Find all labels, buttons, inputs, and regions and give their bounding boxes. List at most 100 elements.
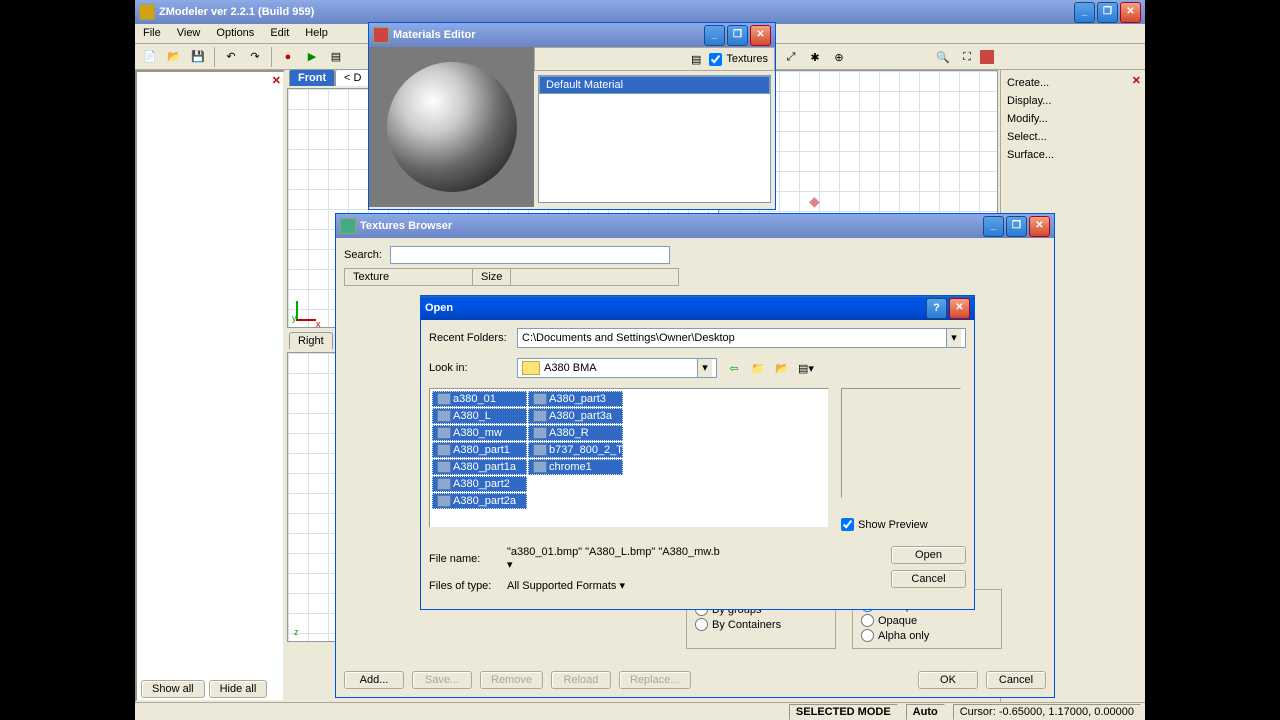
textures-checkbox-input[interactable]	[709, 53, 722, 66]
materials-titlebar[interactable]: Materials Editor _ ❐ ✕	[369, 23, 775, 47]
recent-folders-combo[interactable]: C:\Documents and Settings\Owner\Desktop …	[517, 328, 966, 348]
file-item[interactable]: a380_01	[432, 391, 527, 407]
file-item[interactable]: b737_800_2_T	[528, 442, 623, 458]
tex-close-button[interactable]: ✕	[1029, 216, 1050, 237]
scale-icon[interactable]: ⤢	[780, 46, 802, 68]
file-item[interactable]: A380_mw	[432, 425, 527, 441]
replace-button[interactable]: Replace...	[619, 671, 691, 689]
axis-x-label: x	[316, 319, 321, 329]
menu-file[interactable]: File	[135, 24, 169, 43]
filetype-combo[interactable]: All Supported Formats ▾	[507, 579, 727, 592]
materials-editor-window: Materials Editor _ ❐ ✕ ▤ Textures Defaul…	[368, 22, 776, 210]
redo-icon[interactable]: ↷	[244, 46, 266, 68]
menu-modify[interactable]: Modify...	[1005, 110, 1141, 128]
hide-all-button[interactable]: Hide all	[209, 680, 268, 698]
radio-opaque[interactable]	[861, 614, 874, 627]
tab-front[interactable]: Front	[289, 69, 335, 86]
show-preview-checkbox[interactable]: Show Preview	[841, 518, 928, 531]
ok-button[interactable]: OK	[918, 671, 978, 689]
tex-restore-button[interactable]: ❐	[1006, 216, 1027, 237]
file-item[interactable]: A380_R	[528, 425, 623, 441]
up-icon[interactable]: 📁	[749, 359, 767, 377]
dropdown-arrow-icon[interactable]: ▾	[620, 580, 626, 592]
menu-surface[interactable]: Surface...	[1005, 146, 1141, 164]
lookin-combo[interactable]: A380 BMA ▾	[517, 358, 717, 378]
open-titlebar[interactable]: Open ? ✕	[421, 296, 974, 320]
mat-restore-button[interactable]: ❐	[727, 25, 748, 46]
col-size[interactable]: Size	[473, 269, 511, 285]
file-list[interactable]: a380_01 A380_L A380_mw A380_part1 A380_part1…	[429, 388, 829, 528]
file-item[interactable]: A380_L	[432, 408, 527, 424]
fit-icon[interactable]: ⛶	[956, 46, 978, 68]
file-item[interactable]: chrome1	[528, 459, 623, 475]
tex-titlebar[interactable]: Textures Browser _ ❐ ✕	[336, 214, 1054, 238]
cancel-button[interactable]: Cancel	[986, 671, 1046, 689]
file-item[interactable]: A380_part3a	[528, 408, 623, 424]
radio-alpha[interactable]	[861, 629, 874, 642]
close-button[interactable]: ✕	[1120, 2, 1141, 23]
tex-minimize-button[interactable]: _	[983, 216, 1004, 237]
undo-icon[interactable]: ↶	[220, 46, 242, 68]
save-button[interactable]: Save...	[412, 671, 472, 689]
remove-button[interactable]: Remove	[480, 671, 543, 689]
menu-select[interactable]: Select...	[1005, 128, 1141, 146]
material-item[interactable]: Default Material	[539, 76, 770, 94]
new-icon[interactable]: 📄	[139, 46, 161, 68]
file-name: A380_part1	[453, 444, 510, 456]
menu-edit[interactable]: Edit	[262, 24, 297, 43]
layers-icon[interactable]: ▤	[691, 53, 701, 66]
add-button[interactable]: Add...	[344, 671, 404, 689]
restore-button[interactable]: ❐	[1097, 2, 1118, 23]
config-icon[interactable]: ▤	[325, 46, 347, 68]
show-preview-input[interactable]	[841, 518, 854, 531]
show-all-button[interactable]: Show all	[141, 680, 205, 698]
file-item[interactable]: A380_part1a	[432, 459, 527, 475]
minimize-button[interactable]: _	[1074, 2, 1095, 23]
file-item[interactable]: A380_part2a	[432, 493, 527, 509]
tab-front-d[interactable]: < D	[335, 69, 370, 86]
file-name: A380_part3a	[549, 410, 612, 422]
radio-containers[interactable]	[695, 618, 708, 631]
zoom-icon[interactable]: 🔍	[932, 46, 954, 68]
back-icon[interactable]: ⇦	[725, 359, 743, 377]
textures-checkbox[interactable]: Textures	[709, 53, 768, 66]
mat-minimize-button[interactable]: _	[704, 25, 725, 46]
tab-right[interactable]: Right	[289, 332, 333, 349]
mat-close-button[interactable]: ✕	[750, 25, 771, 46]
materials-title: Materials Editor	[393, 29, 476, 41]
red-box-icon[interactable]	[980, 50, 994, 64]
menu-view[interactable]: View	[169, 24, 209, 43]
right-panel-close-icon[interactable]: ✕	[1132, 74, 1141, 87]
file-item[interactable]: A380_part2	[432, 476, 527, 492]
col-texture[interactable]: Texture	[345, 269, 473, 285]
views-icon[interactable]: ▤▾	[797, 359, 815, 377]
dropdown-arrow-icon[interactable]: ▾	[507, 559, 513, 571]
tool-icon-1[interactable]: ✱	[804, 46, 826, 68]
file-name: A380_L	[453, 410, 491, 422]
dropdown-arrow-icon[interactable]: ▾	[946, 329, 961, 347]
reload-button[interactable]: Reload	[551, 671, 611, 689]
menu-help[interactable]: Help	[297, 24, 336, 43]
new-folder-icon[interactable]: 📂	[773, 359, 791, 377]
save-icon[interactable]: 💾	[187, 46, 209, 68]
open-button[interactable]: Open	[891, 546, 966, 564]
menu-options[interactable]: Options	[208, 24, 262, 43]
file-name: b737_800_2_T	[549, 444, 623, 456]
materials-list[interactable]: Default Material	[538, 75, 771, 203]
file-item[interactable]: A380_part3	[528, 391, 623, 407]
tool-icon-2[interactable]: ⊕	[828, 46, 850, 68]
menu-display[interactable]: Display...	[1005, 92, 1141, 110]
status-cursor: Cursor: -0.65000, 1.17000, 0.00000	[953, 704, 1141, 720]
filename-combo[interactable]: "a380_01.bmp" "A380_L.bmp" "A380_mw.b ▾	[507, 546, 727, 571]
record-icon[interactable]: ●	[277, 46, 299, 68]
file-item[interactable]: A380_part1	[432, 442, 527, 458]
play-icon[interactable]: ▶	[301, 46, 323, 68]
help-button[interactable]: ?	[926, 298, 947, 319]
open-close-button[interactable]: ✕	[949, 298, 970, 319]
open-cancel-button[interactable]: Cancel	[891, 570, 966, 588]
open-icon[interactable]: 📂	[163, 46, 185, 68]
panel-close-icon[interactable]: ✕	[272, 74, 281, 87]
dropdown-arrow-icon[interactable]: ▾	[697, 359, 712, 377]
search-input[interactable]	[390, 246, 670, 264]
menu-create[interactable]: Create...	[1005, 74, 1141, 92]
